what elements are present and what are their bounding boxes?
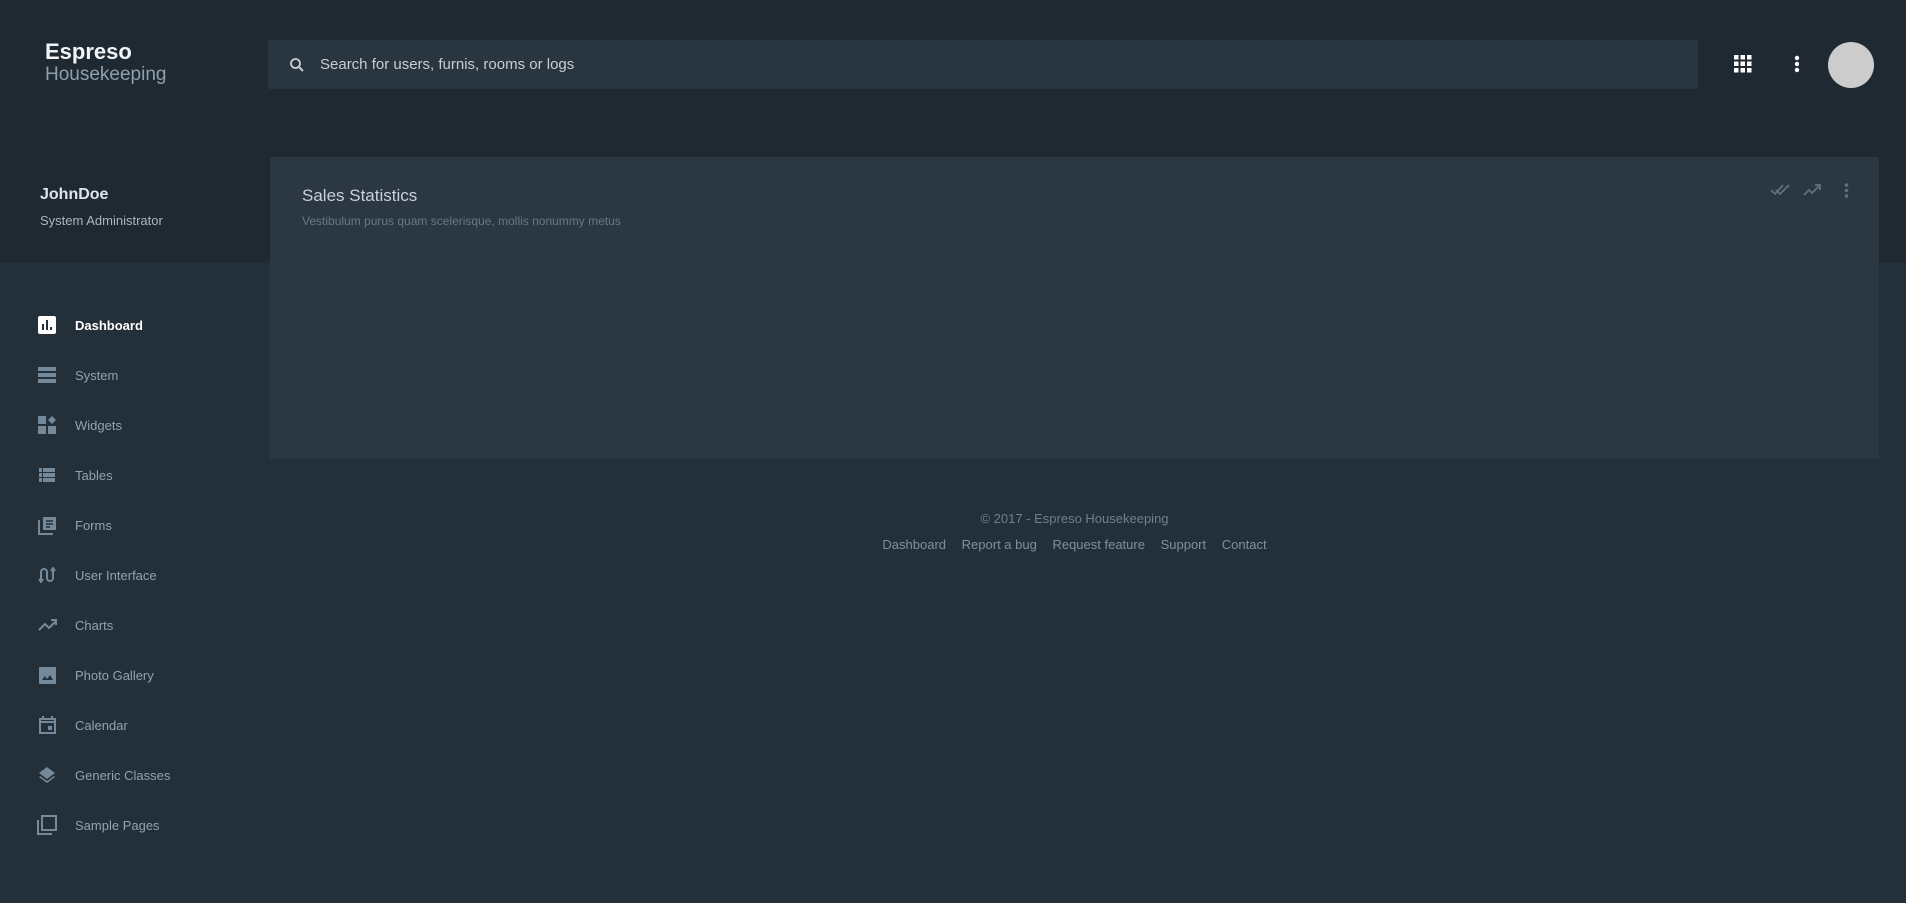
- sidebar-item-label: Sample Pages: [75, 817, 160, 833]
- footer-link-support[interactable]: Support: [1161, 537, 1207, 552]
- sidebar-item-label: Calendar: [75, 717, 128, 733]
- layers-icon: [37, 765, 57, 785]
- footer-link-dashboard[interactable]: Dashboard: [882, 537, 946, 552]
- pages-icon: [37, 815, 57, 835]
- footer-link-contact[interactable]: Contact: [1222, 537, 1267, 552]
- sales-statistics-card: Sales Statistics Vestibulum purus quam s…: [270, 157, 1879, 459]
- footer-link-report-bug[interactable]: Report a bug: [962, 537, 1037, 552]
- user-role: System Administrator: [40, 213, 163, 228]
- sidebar-item-label: Tables: [75, 467, 113, 483]
- forms-icon: [37, 515, 57, 535]
- user-interface-icon: [37, 565, 57, 585]
- sidebar-item-label: Widgets: [75, 417, 122, 433]
- card-title: Sales Statistics: [302, 186, 418, 205]
- more-vert-icon[interactable]: [1787, 54, 1807, 74]
- sidebar-item-calendar[interactable]: Calendar: [0, 700, 260, 750]
- sidebar-item-generic-classes[interactable]: Generic Classes: [0, 750, 260, 800]
- search-icon: [290, 57, 304, 72]
- sidebar-item-sample-pages[interactable]: Sample Pages: [0, 800, 260, 850]
- sidebar-item-dashboard[interactable]: Dashboard: [0, 300, 260, 350]
- sidebar-item-photo-gallery[interactable]: Photo Gallery: [0, 650, 260, 700]
- apps-grid-icon[interactable]: [1733, 54, 1753, 74]
- more-vert-icon[interactable]: [1844, 183, 1849, 203]
- charts-icon: [37, 615, 57, 635]
- brand-subtitle: Housekeeping: [45, 64, 167, 85]
- tables-icon: [37, 465, 57, 485]
- brand-logo[interactable]: Espreso Housekeeping: [45, 40, 166, 86]
- sidebar-item-label: Dashboard: [75, 317, 143, 333]
- copyright: © 2017 - Espreso Housekeeping: [980, 511, 1169, 526]
- widgets-icon: [37, 415, 57, 435]
- sidebar-item-label: User Interface: [75, 567, 157, 583]
- dashboard-icon: [37, 315, 57, 335]
- user-name: JohnDoe: [40, 186, 109, 203]
- footer-link-request-feature[interactable]: Request feature: [1052, 537, 1145, 552]
- sidebar-item-label: Photo Gallery: [75, 667, 154, 683]
- sidebar-item-label: Charts: [75, 617, 114, 633]
- sidebar-item-user-interface[interactable]: User Interface: [0, 550, 260, 600]
- sidebar-item-label: Generic Classes: [75, 767, 171, 783]
- sidebar-nav: Dashboard System Widgets Tables Forms Us…: [0, 300, 260, 850]
- avatar[interactable]: [1828, 42, 1874, 88]
- done-all-icon[interactable]: [1770, 183, 1790, 201]
- sidebar-item-forms[interactable]: Forms: [0, 500, 260, 550]
- search-bar[interactable]: [268, 40, 1698, 89]
- brand-name: Espreso: [45, 39, 132, 64]
- sidebar-item-label: System: [75, 367, 119, 383]
- sidebar-item-label: Forms: [75, 517, 112, 533]
- system-icon: [37, 365, 57, 385]
- sidebar-item-tables[interactable]: Tables: [0, 450, 260, 500]
- footer: © 2017 - Espreso Housekeeping Dashboard …: [270, 511, 1879, 552]
- footer-links: Dashboard Report a bug Request feature S…: [270, 537, 1879, 552]
- user-profile: JohnDoe System Administrator: [40, 186, 163, 228]
- trending-up-icon[interactable]: [1803, 183, 1821, 201]
- photo-icon: [37, 665, 57, 685]
- sidebar-item-widgets[interactable]: Widgets: [0, 400, 260, 450]
- sidebar-item-charts[interactable]: Charts: [0, 600, 260, 650]
- card-subtitle: Vestibulum purus quam scelerisque, molli…: [302, 214, 621, 228]
- calendar-icon: [37, 715, 57, 735]
- search-input[interactable]: [320, 56, 1620, 73]
- sidebar-item-system[interactable]: System: [0, 350, 260, 400]
